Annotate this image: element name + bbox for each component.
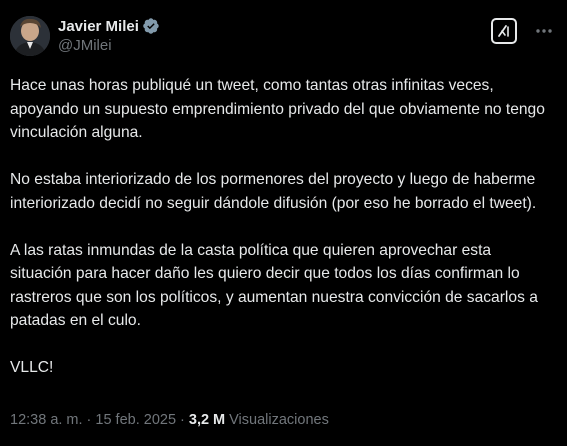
views-label: Visualizaciones [229,412,329,428]
author-names: Javier Milei @JMilei [58,16,160,56]
avatar-image [10,16,50,56]
tweet-actions [491,18,553,44]
tweet-paragraph: VLLC! [10,359,54,376]
name-row: Javier Milei [58,16,160,36]
meta-separator: · [180,412,185,428]
tweet-date[interactable]: 15 feb. 2025 [95,412,176,428]
more-options-icon[interactable] [535,22,553,40]
grok-icon[interactable] [491,18,517,44]
tweet: Javier Milei @JMilei Hace unas horas pub… [0,0,567,446]
tweet-paragraph: A las ratas inmundas de la casta polític… [10,241,538,330]
author-handle[interactable]: @JMilei [58,36,160,56]
tweet-meta: 12:38 a. m. · 15 feb. 2025 · 3,2 M Visua… [10,412,329,428]
tweet-paragraph: Hace unas horas publiqué un tweet, como … [10,77,545,141]
author-display-name[interactable]: Javier Milei [58,18,139,35]
avatar[interactable] [10,16,50,56]
meta-separator: · [86,412,92,428]
verified-badge-icon[interactable] [142,17,160,35]
tweet-text: Hace unas horas publiqué un tweet, como … [10,74,551,380]
tweet-header: Javier Milei @JMilei [10,12,551,60]
tweet-time[interactable]: 12:38 a. m. [10,412,83,428]
tweet-paragraph: No estaba interiorizado de los pormenore… [10,171,537,212]
views-count[interactable]: 3,2 M [189,412,225,428]
